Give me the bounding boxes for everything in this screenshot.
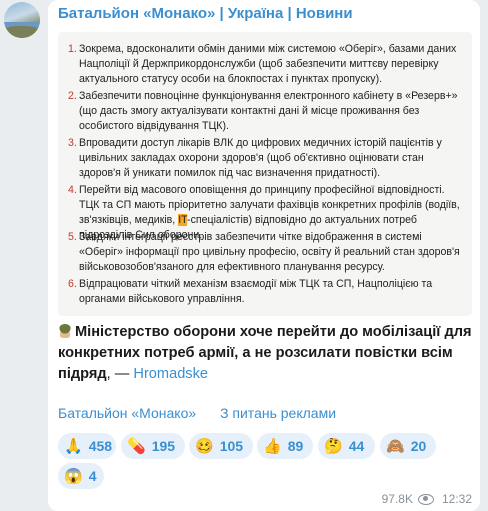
list-number: 5.	[68, 231, 77, 243]
message-time: 12:32	[441, 492, 472, 506]
highlighted-term: IT	[178, 214, 188, 226]
list-text: Забезпечити повноцінне функціонування ел…	[79, 90, 458, 132]
channel-avatar[interactable]	[4, 2, 40, 38]
reaction-thumbs-up[interactable]: 👍 89	[257, 433, 313, 459]
list-item: 5. Завдяки інтеграції реєстрів забезпечи…	[68, 230, 464, 275]
screaming-face-icon: 😱	[64, 467, 83, 485]
list-item: 2. Забезпечити повноцінне функціонування…	[68, 89, 464, 134]
headline-dash: , —	[106, 366, 130, 382]
reaction-count: 195	[151, 438, 176, 454]
list-number: 3.	[68, 137, 77, 149]
list-number: 6.	[68, 278, 77, 290]
eye-icon	[417, 493, 434, 505]
message-meta: 97.8K 12:32	[382, 492, 472, 506]
source-link[interactable]: Hromadske	[133, 366, 208, 382]
reaction-thinking[interactable]: 🤔 44	[318, 433, 375, 459]
list-item: 1. Зокрема, вдосконалити обмін даними мі…	[68, 42, 464, 87]
reaction-count: 20	[410, 438, 427, 454]
list-number: 4.	[68, 184, 77, 196]
reaction-count: 44	[348, 438, 365, 454]
soldier-icon	[58, 324, 72, 338]
reaction-pray[interactable]: 🙏 458	[58, 433, 116, 459]
reaction-pill[interactable]: 💊 195	[121, 433, 185, 459]
reaction-count: 89	[287, 438, 304, 454]
thumbs-up-icon: 👍	[263, 437, 282, 455]
reaction-see-no-evil[interactable]: 🙈 20	[380, 433, 436, 459]
woozy-face-icon: 🥴	[195, 437, 214, 455]
reaction-count: 458	[88, 438, 113, 454]
ads-link[interactable]: З питань реклами	[220, 405, 336, 421]
list-text: Відпрацювати чіткий механізм взаємодії м…	[79, 278, 433, 305]
list-number: 2.	[68, 90, 77, 102]
view-count: 97.8K	[381, 492, 413, 506]
pill-icon: 💊	[127, 437, 146, 455]
reaction-woozy[interactable]: 🥴 105	[189, 433, 253, 459]
message-headline: Міністерство оборони хоче перейти до моб…	[58, 322, 476, 385]
list-item: 3. Впровадити доступ лікарів ВЛК до цифр…	[68, 136, 464, 181]
see-no-evil-monkey-icon: 🙈	[386, 437, 405, 455]
channel-link[interactable]: Батальйон «Монако»	[58, 405, 196, 421]
reaction-count: 4	[88, 468, 97, 484]
thinking-face-icon: 🤔	[324, 437, 343, 455]
reaction-screaming[interactable]: 😱 4	[58, 463, 104, 489]
channel-title[interactable]: Батальйон «Монако» | Україна | Новини	[58, 5, 353, 22]
list-text: Завдяки інтеграції реєстрів забезпечити …	[79, 231, 460, 273]
footer-links: Батальйон «Монако» З питань реклами	[58, 405, 356, 421]
document-image[interactable]: 1. Зокрема, вдосконалити обмін даними мі…	[58, 32, 472, 316]
reaction-count: 105	[219, 438, 244, 454]
list-item: 6. Відпрацювати чіткий механізм взаємоді…	[68, 277, 464, 307]
pray-icon: 🙏	[64, 437, 83, 455]
list-text: Впровадити доступ лікарів ВЛК до цифрови…	[79, 137, 442, 179]
message-bubble: Батальйон «Монако» | Україна | Новини 1.…	[48, 0, 480, 511]
list-text: Зокрема, вдосконалити обмін даними між с…	[79, 43, 457, 85]
list-number: 1.	[68, 43, 77, 55]
